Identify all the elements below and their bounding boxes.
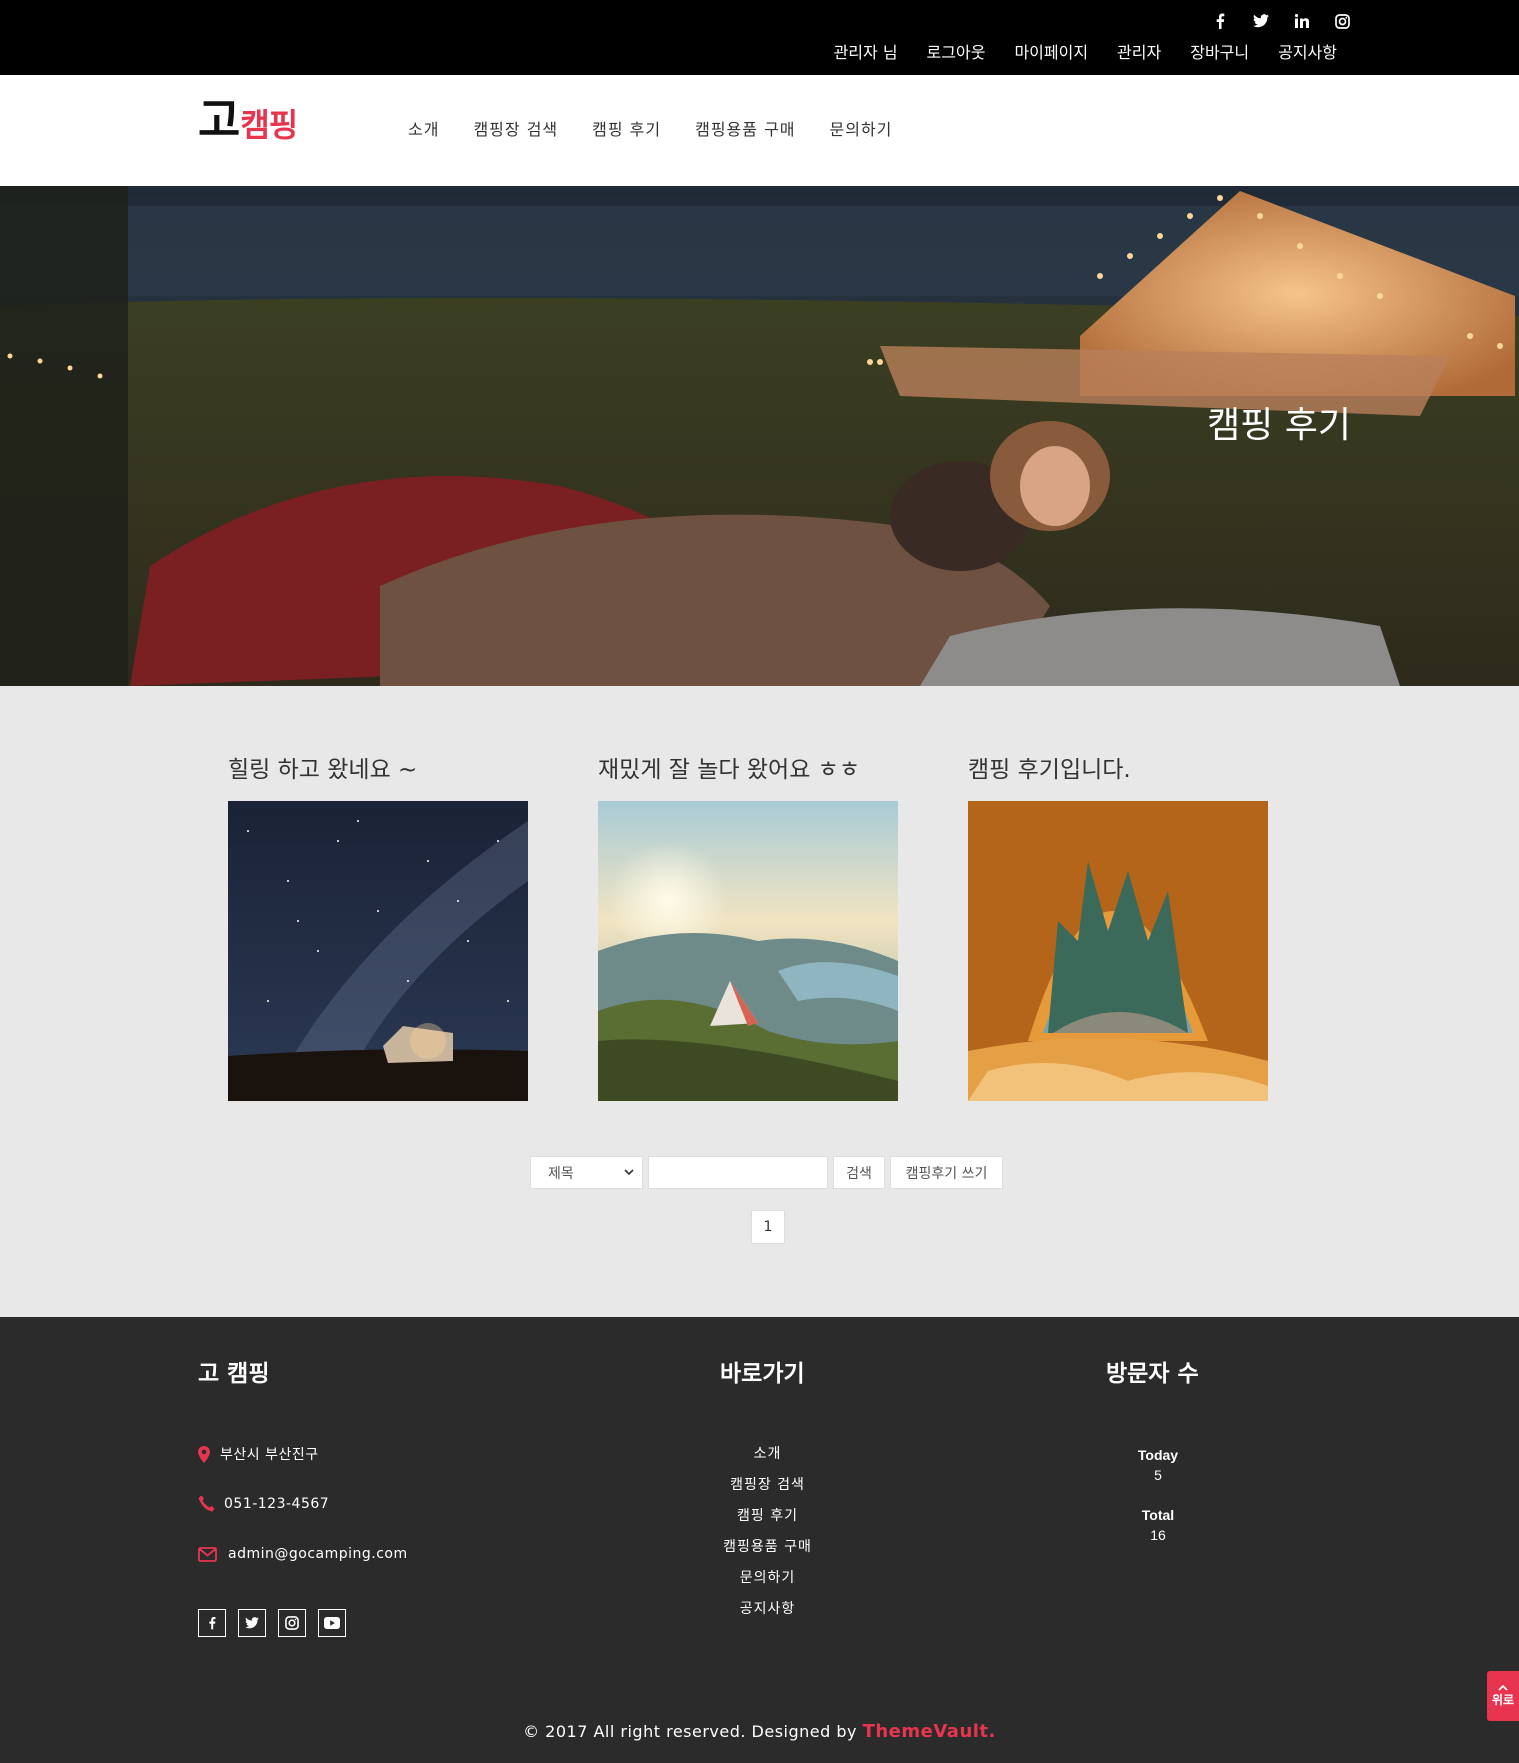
hero-banner: 캠핑 후기 [0,186,1519,686]
footer-brand-title: 고 캠핑 [198,1361,270,1387]
youtube-icon[interactable] [318,1609,346,1637]
facebook-icon[interactable] [1199,10,1240,32]
post-title[interactable]: 재밌게 잘 놀다 왔어요 ㅎㅎ [598,748,898,792]
chevron-down-icon [624,1169,634,1176]
site-footer: 고 캠핑 부산시 부산진구 051-123-4567 admin@gocampi… [0,1317,1519,1763]
nav-item-gear-shop[interactable]: 캠핑용품 구매 [695,117,795,143]
copyright-text: © 2017 All right reserved. Designed by [523,1722,863,1741]
envelope-icon [198,1546,228,1562]
search-field-value: 제목 [548,1165,574,1182]
facebook-icon[interactable] [198,1609,226,1637]
post-title[interactable]: 캠핑 후기입니다. [968,748,1268,792]
post-card[interactable]: 캠핑 후기입니다. [968,748,1268,1101]
write-review-button[interactable]: 캠핑후기 쓰기 [890,1156,1003,1189]
admin-user-link[interactable]: 관리자 님 [834,40,898,66]
footer-address: 부산시 부산진구 [198,1444,319,1464]
footer-link-camping-review[interactable]: 캠핑 후기 [640,1501,895,1532]
post-title[interactable]: 힐링 하고 왔네요 ~ [228,748,528,792]
search-input[interactable] [648,1156,828,1189]
post-thumbnail[interactable] [968,801,1268,1101]
footer-social-links [198,1609,346,1637]
phone-icon [198,1495,224,1512]
visitors-today-value: 5 [1154,1467,1162,1483]
instagram-icon[interactable] [1322,10,1363,32]
twitter-icon[interactable] [238,1609,266,1637]
nav-item-camping-review[interactable]: 캠핑 후기 [592,117,661,143]
main-nav: 소개 캠핑장 검색 캠핑 후기 캠핑용품 구매 문의하기 [408,117,892,143]
visitors-today: Today 5 [1108,1445,1208,1485]
hero-title: 캠핑 후기 [1207,405,1351,446]
footer-link-about[interactable]: 소개 [640,1439,895,1470]
footer-link-notice[interactable]: 공지사항 [640,1594,895,1625]
post-thumbnail[interactable] [228,801,528,1101]
top-social-links [1199,10,1363,32]
footer-quicklinks-title: 바로가기 [720,1361,805,1387]
address-text: 부산시 부산진구 [220,1447,319,1463]
phone-text: 051-123-4567 [224,1495,330,1512]
footer-quick-links: 소개 캠핑장 검색 캠핑 후기 캠핑용품 구매 문의하기 공지사항 [640,1439,895,1625]
nav-item-about[interactable]: 소개 [408,117,439,143]
post-thumbnail[interactable] [598,801,898,1101]
account-links: 관리자 님 로그아웃 마이페이지 관리자 장바구니 공지사항 [834,40,1337,66]
footer-link-gear-shop[interactable]: 캠핑용품 구매 [640,1532,895,1563]
footer-email: admin@gocamping.com [198,1546,408,1562]
copyright: © 2017 All right reserved. Designed by T… [0,1721,1519,1742]
search-button[interactable]: 검색 [833,1156,885,1189]
site-logo[interactable]: 고 캠핑 [198,93,298,147]
post-card[interactable]: 재밌게 잘 놀다 왔어요 ㅎㅎ [598,748,898,1101]
visitors-total-label: Total [1141,1507,1175,1523]
post-card[interactable]: 힐링 하고 왔네요 ~ [228,748,528,1101]
logo-sub-text: 캠핑 [240,106,298,144]
instagram-icon[interactable] [278,1609,306,1637]
logo-main-text: 고 [198,93,240,147]
back-to-top-label: 위로 [1491,1692,1515,1707]
back-to-top-button[interactable]: 위로 [1487,1671,1519,1721]
notice-link[interactable]: 공지사항 [1278,40,1337,66]
footer-link-contact[interactable]: 문의하기 [640,1563,895,1594]
mypage-link[interactable]: 마이페이지 [1014,40,1088,66]
search-field-select[interactable]: 제목 [530,1156,643,1189]
pagination-page-1[interactable]: 1 [751,1210,785,1244]
admin-link[interactable]: 관리자 [1117,40,1161,66]
logout-link[interactable]: 로그아웃 [927,40,986,66]
site-header: 고 캠핑 소개 캠핑장 검색 캠핑 후기 캠핑용품 구매 문의하기 [0,75,1519,186]
map-marker-icon [198,1445,220,1463]
search-bar: 제목 검색 캠핑후기 쓰기 [530,1156,1003,1189]
top-bar: 관리자 님 로그아웃 마이페이지 관리자 장바구니 공지사항 [0,0,1519,75]
twitter-icon[interactable] [1240,10,1281,32]
footer-phone: 051-123-4567 [198,1495,329,1512]
footer-link-campsite-search[interactable]: 캠핑장 검색 [640,1470,895,1501]
nav-item-contact[interactable]: 문의하기 [830,117,893,143]
visitors-total: Total 16 [1108,1505,1208,1545]
footer-visitors-title: 방문자 수 [1106,1361,1199,1387]
email-text[interactable]: admin@gocamping.com [228,1546,408,1562]
visitors-today-label: Today [1137,1447,1179,1463]
visitors-total-value: 16 [1150,1527,1166,1543]
nav-item-campsite-search[interactable]: 캠핑장 검색 [473,117,558,143]
linkedin-icon[interactable] [1281,10,1322,32]
cart-link[interactable]: 장바구니 [1190,40,1249,66]
themevault-link[interactable]: ThemeVault. [863,1721,996,1742]
